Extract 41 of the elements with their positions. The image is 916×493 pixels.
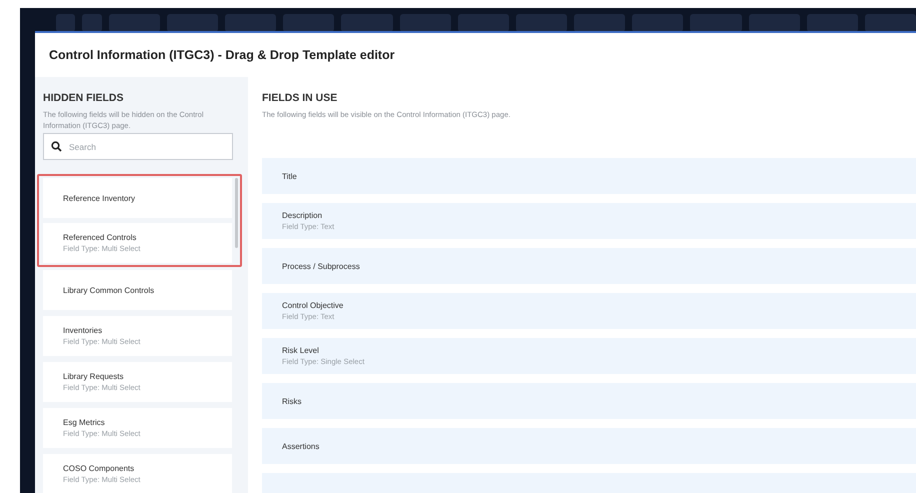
blurred-tab[interactable]	[225, 14, 276, 32]
blurred-tab[interactable]	[108, 14, 160, 32]
field-card[interactable]: Title	[262, 158, 916, 194]
dialog-title: Control Information (ITGC3) - Drag & Drop Template editor	[49, 48, 395, 62]
field-card[interactable]: Library Common Controls	[43, 270, 232, 310]
blurred-tab[interactable]	[82, 14, 102, 32]
field-label: Referenced Controls	[63, 233, 138, 242]
blurred-tab[interactable]	[748, 14, 800, 32]
blurred-tab[interactable]	[458, 14, 509, 32]
field-card[interactable]: Reference Inventory	[43, 178, 232, 218]
field-label: Assertions	[282, 442, 320, 450]
field-label: Control Objective	[282, 301, 344, 310]
field-label: Library Requests	[63, 372, 124, 381]
field-card[interactable]: Process / Subprocess	[262, 248, 916, 284]
field-label: Title	[282, 172, 298, 180]
blurred-tab[interactable]	[166, 14, 218, 32]
blurred-tab[interactable]	[690, 14, 742, 32]
blurred-tab[interactable]	[632, 14, 684, 32]
field-card[interactable]: Risks	[262, 383, 916, 419]
section-heading: HIDDEN FIELDS	[43, 92, 125, 104]
field-label: COSO Components	[63, 464, 136, 473]
field-label: Reference Inventory	[63, 194, 136, 202]
field-label: Esg Metrics	[63, 418, 106, 427]
blurred-tab[interactable]	[864, 14, 916, 32]
blurred-tab[interactable]	[56, 14, 76, 32]
scrollbar-thumb[interactable]	[235, 178, 238, 248]
blurred-tab[interactable]	[574, 14, 626, 32]
field-label: Risks	[282, 396, 303, 406]
field-label: Inventories	[63, 326, 104, 335]
blurred-tab[interactable]	[341, 14, 393, 32]
section-heading: FIELDS IN USE	[262, 92, 338, 104]
field-card[interactable]: Assertions	[262, 428, 916, 464]
field-label: Process / Subprocess	[282, 262, 361, 270]
blurred-tab[interactable]	[806, 14, 858, 32]
field-label: Risk Level	[282, 346, 320, 355]
search-field[interactable]: Search	[43, 133, 233, 160]
field-label: Library Common Controls	[63, 286, 156, 294]
blurred-tab[interactable]	[283, 14, 334, 32]
field-label: Description	[282, 211, 324, 220]
blurred-tab[interactable]	[400, 14, 451, 32]
blurred-tab[interactable]	[516, 14, 568, 32]
